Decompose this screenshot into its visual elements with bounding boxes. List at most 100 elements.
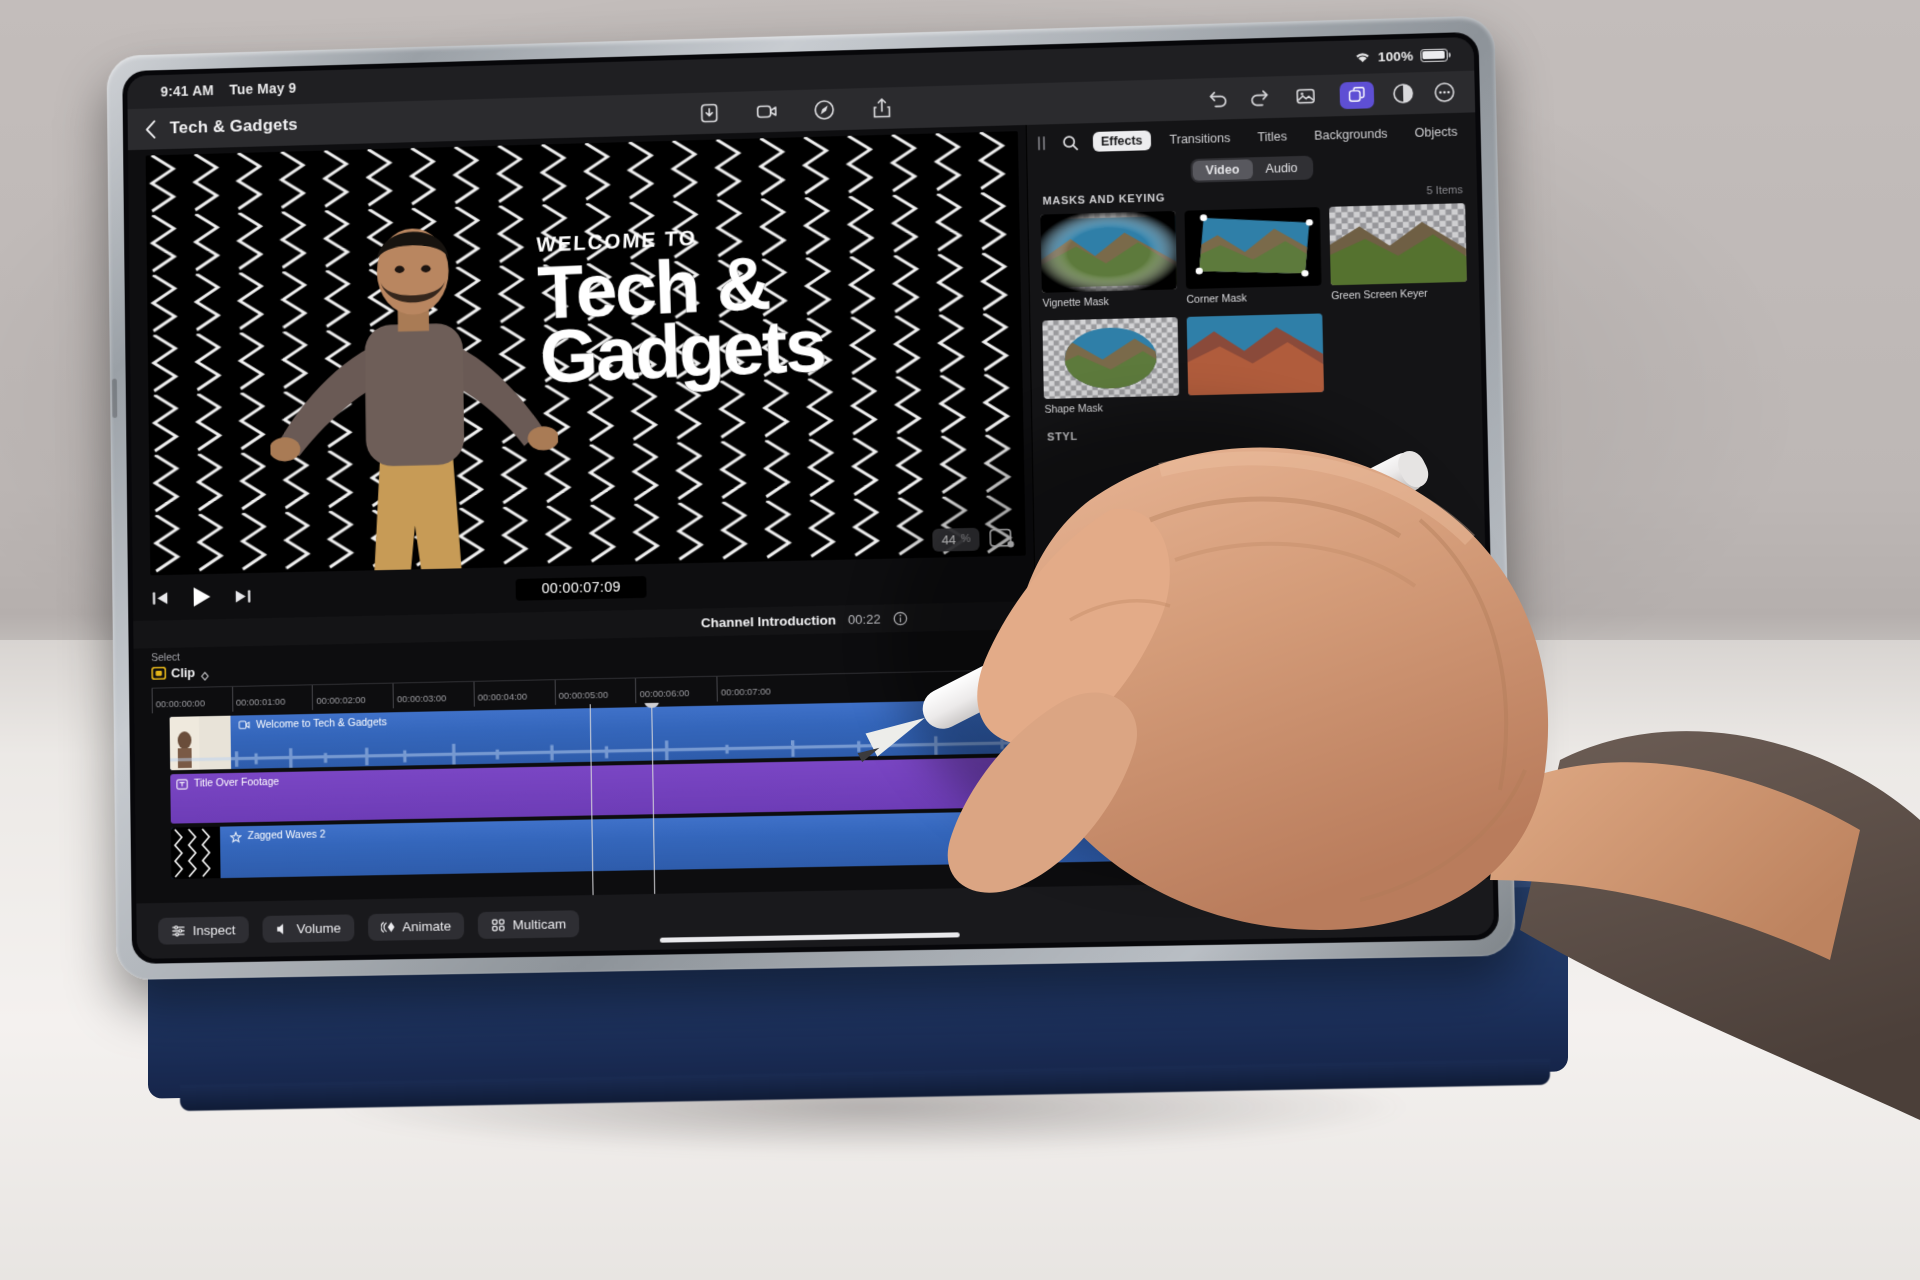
tab-effects[interactable]: Effects [1092,130,1151,152]
effect-label: Corner Mask [1186,292,1248,306]
magic-wand-icon[interactable] [812,98,836,122]
effects-browser-panel: Effects Transitions Titles Backgrounds O… [1026,112,1487,602]
split-icon[interactable] [1350,853,1373,876]
editor-body: WELCOME TO Tech & Gadgets 44 % 00:00:07:… [128,112,1487,622]
project-title: Channel Introduction [700,612,837,630]
effect-item-shape-mask[interactable]: Shape Mask [1042,317,1180,416]
section-title: MASKS AND KEYING [1042,192,1166,208]
undo-icon[interactable] [1206,87,1231,111]
inspect-button[interactable]: Inspect [158,915,249,945]
zoom-unit: % [960,532,971,546]
home-indicator [659,932,960,943]
select-mode-dropdown[interactable]: Clip [151,665,209,681]
wifi-icon [1354,50,1371,63]
trash-icon[interactable] [1245,855,1268,877]
status-date: Tue May 9 [229,79,297,98]
select-label: Select [151,651,180,665]
ipad-bezel: 9:41 AM Tue May 9 100% Tech & Gadgets WE… [122,31,1500,964]
tab-transitions[interactable]: Transitions [1161,128,1238,150]
effect-label: Vignette Mask [1042,296,1109,310]
detach-icon[interactable] [1456,851,1479,874]
animate-button[interactable]: Animate [367,911,465,941]
duplicate-icon[interactable] [1403,852,1426,875]
clip-title-row: Title Over Footage [170,772,279,790]
nav-right-actions [1206,79,1457,113]
status-time: 9:41 AM [160,82,214,100]
check-circle-icon[interactable] [1298,854,1321,877]
ruler-tick: 00:00:04:00 [473,680,528,707]
search-icon[interactable] [1062,134,1079,151]
effect-item-green-screen-keyer[interactable]: Green Screen Keyer [1329,203,1467,302]
drag-handle-icon[interactable] [1035,136,1048,151]
ipad-screen: 9:41 AM Tue May 9 100% Tech & Gadgets WE… [127,36,1495,959]
record-video-icon[interactable] [755,99,779,123]
timeline: Select Clip 00:00:00:00 00:00:01:00 00:0… [133,619,1493,904]
info-icon[interactable] [892,610,907,625]
multicam-button[interactable]: Multicam [477,909,580,939]
chevron-left-icon[interactable] [145,120,156,139]
timeline-edit-tools [1245,851,1478,877]
volume-button[interactable]: Volume [261,913,355,943]
overlay-title: Tech & Gadgets [536,242,998,400]
effects-grid: Vignette Mask Corner Mask Green Screen K… [1029,203,1482,416]
ruler-tick: 00:00:02:00 [312,684,366,711]
clip-select-icon [151,667,166,680]
segment-video[interactable]: Video [1192,159,1253,181]
speaker-icon [276,923,283,934]
multicam-label: Multicam [512,915,567,932]
effect-item-5[interactable] [1186,313,1325,412]
effect-thumbnail [1186,313,1325,396]
grid-icon [491,917,506,932]
tab-backgrounds[interactable]: Backgrounds [1306,124,1396,146]
page-title: Tech & Gadgets [169,115,298,138]
import-icon[interactable] [697,101,721,125]
skip-to-end-icon[interactable] [234,586,253,605]
title-clip-icon [176,779,188,789]
star-icon [230,831,242,841]
viewer-column: WELCOME TO Tech & Gadgets 44 % 00:00:07:… [128,124,1036,622]
video-clip-icon [238,720,250,730]
effect-thumbnail [1042,317,1180,399]
effect-label: Green Screen Keyer [1331,287,1428,303]
clip-filmstrip [170,827,221,880]
video-preview[interactable]: WELCOME TO Tech & Gadgets 44 % [145,131,1027,576]
effect-label [1189,397,1325,400]
animate-icon [380,919,395,934]
title-overlay: WELCOME TO Tech & Gadgets [536,217,998,400]
presenter-figure [267,186,560,576]
section-item-count: 5 Items [1426,184,1463,198]
clip-title-row: Welcome to Tech & Gadgets [232,712,387,731]
media-library-icon[interactable] [1288,82,1323,110]
effect-thumbnail [1040,210,1178,293]
select-mode-value: Clip [170,665,196,681]
inspect-label: Inspect [192,921,236,938]
segment-audio[interactable]: Audio [1252,158,1311,179]
play-icon[interactable] [191,585,213,609]
tab-objects[interactable]: Objects [1406,122,1465,144]
ruler-tick: 00:00:05:00 [554,679,609,705]
effect-item-corner-mask[interactable]: Corner Mask [1184,207,1323,306]
ruler-tick: 00:00:07:00 [716,675,771,702]
redo-icon[interactable] [1247,85,1272,109]
share-icon[interactable] [870,96,894,120]
skip-to-start-icon[interactable] [150,588,169,607]
color-icon[interactable] [1391,81,1416,105]
clip-name: Zagged Waves 2 [247,828,326,842]
animate-label: Animate [402,918,452,934]
playhead-timecode[interactable]: 00:00:07:09 [515,576,647,601]
project-duration: 00:22 [847,611,881,627]
tab-titles[interactable]: Titles [1249,126,1295,147]
effects-browser-icon[interactable] [1339,80,1375,109]
zoom-level-control[interactable]: 44 % [932,527,981,552]
sliders-icon [171,923,186,938]
clip-title-row: Zagged Waves 2 [224,825,326,843]
effect-item-vignette-mask[interactable]: Vignette Mask [1040,210,1178,310]
ruler-tick: 00:00:06:00 [635,677,690,704]
crop-fit-icon[interactable] [989,527,1016,550]
effect-thumbnail [1329,203,1467,286]
ruler-tick: 00:00:03:00 [392,682,447,709]
more-icon[interactable] [1432,80,1457,105]
clip-name: Title Over Footage [193,775,280,790]
ruler-tick: 00:00:01:00 [231,685,286,712]
clip-name: Welcome to Tech & Gadgets [256,716,387,731]
